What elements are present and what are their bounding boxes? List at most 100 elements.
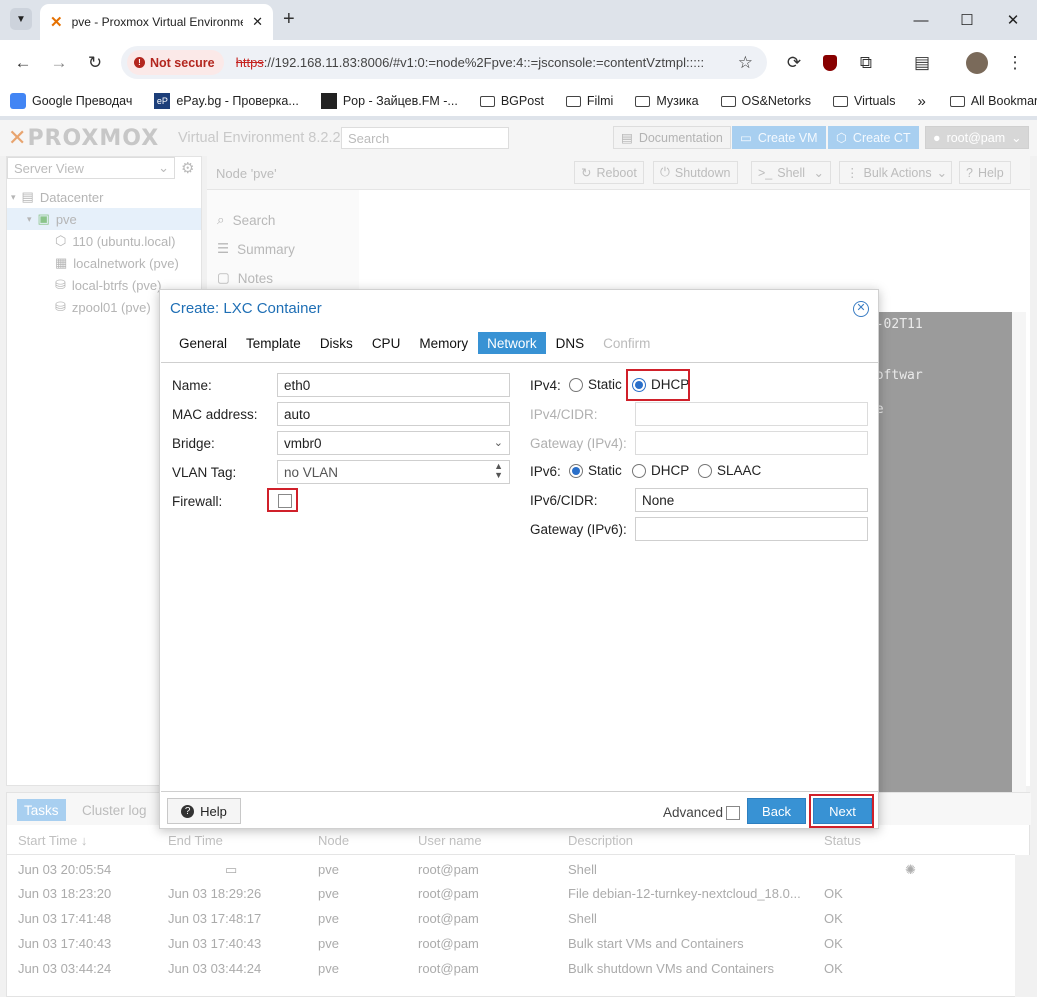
tree-item-label: local-btrfs (pve) <box>71 277 162 293</box>
bookmark-label: Google Преводач <box>32 94 133 108</box>
tree-item-localnetwork[interactable]: ▦ localnetwork (pve) <box>55 252 179 274</box>
vlan-tag-stepper[interactable]: no VLAN ▲ ▼ <box>277 460 510 484</box>
tree-node-pve[interactable]: ▾ ▣ pve <box>7 208 201 230</box>
bookmark-bgpost[interactable]: BGPost <box>479 94 544 108</box>
browser-tab[interactable]: ✕ pve - Proxmox Virtual Environment ✕ <box>40 4 273 40</box>
table-row[interactable]: Jun 03 17:41:48 Jun 03 17:48:17 pve root… <box>7 906 1015 931</box>
tree-datacenter[interactable]: ▾ ▤ Datacenter <box>11 186 103 208</box>
tab-tasks[interactable]: Tasks <box>17 799 66 821</box>
shutdown-button[interactable]: ⏻ Shutdown <box>653 161 738 184</box>
ipv4-static-radio[interactable]: Static <box>569 377 622 392</box>
maximize-icon[interactable]: ☐ <box>945 6 989 34</box>
tasks-table-header: Start Time ↓ End Time Node User name Des… <box>7 827 1015 855</box>
folder-icon <box>720 95 736 107</box>
radio-icon <box>698 463 712 478</box>
proxmox-favicon-icon: ✕ <box>50 14 63 31</box>
table-row[interactable]: Jun 03 17:40:43 Jun 03 17:40:43 pve root… <box>7 931 1015 956</box>
close-icon[interactable]: ✕ <box>853 301 869 317</box>
tab-template[interactable]: Template <box>237 332 310 354</box>
create-vm-button[interactable]: ▭ Create VM <box>732 126 826 149</box>
col-node[interactable]: Node <box>318 833 349 848</box>
tab-cpu[interactable]: CPU <box>363 332 410 354</box>
gateway-ipv6-input[interactable] <box>635 517 868 541</box>
cell-desc: Bulk shutdown VMs and Containers <box>568 961 774 976</box>
tab-search-button[interactable]: ▼ <box>10 8 32 30</box>
tab-cluster-log[interactable]: Cluster log <box>75 799 154 821</box>
tree-item-zpool01[interactable]: ⛁ zpool01 (pve) <box>55 296 151 318</box>
table-row[interactable]: Jun 03 03:44:24 Jun 03 03:44:24 pve root… <box>7 956 1015 981</box>
col-description[interactable]: Description <box>568 833 633 848</box>
ipv6-dhcp-radio[interactable]: DHCP <box>632 463 689 478</box>
extensions-puzzle-icon[interactable]: ⧉ <box>853 50 879 76</box>
bookmark-label: OS&Netorks <box>741 94 811 108</box>
bookmark-muzika[interactable]: Музика <box>635 94 699 108</box>
bridge-select[interactable]: vmbr0 ⌄ <box>277 431 510 455</box>
create-vm-label: Create VM <box>757 130 818 145</box>
bookmark-label: ePay.bg - Проверка... <box>176 94 299 108</box>
pve-search-input[interactable]: Search <box>341 127 509 149</box>
mac-address-input[interactable]: auto <box>277 402 510 426</box>
menu-item-search[interactable]: ⌕ Search <box>217 212 275 228</box>
close-tab-icon[interactable]: ✕ <box>252 14 263 30</box>
server-view-select[interactable]: Server View ⌄ <box>7 157 175 179</box>
documentation-button[interactable]: ▤ Documentation <box>613 126 731 149</box>
name-input[interactable]: eth0 <box>277 373 510 397</box>
forward-arrow-icon[interactable]: → <box>46 50 72 76</box>
url-text[interactable]: https://192.168.11.83:8006/#v1:0:=node%2… <box>236 55 716 70</box>
bookmark-star-icon[interactable]: ☆ <box>738 53 753 73</box>
back-arrow-icon[interactable]: ← <box>10 50 36 76</box>
gear-icon[interactable]: ⚙ <box>181 159 194 177</box>
spinner-arrows-icon[interactable]: ▲ ▼ <box>494 462 503 480</box>
not-secure-badge[interactable]: ! Not secure <box>127 50 224 75</box>
advanced-checkbox[interactable] <box>726 806 740 820</box>
col-status[interactable]: Status <box>824 833 861 848</box>
ipv6-slaac-radio[interactable]: SLAAC <box>698 463 761 478</box>
col-user-name[interactable]: User name <box>418 833 482 848</box>
user-menu-button[interactable]: ● root@pam ⌄ <box>925 126 1029 149</box>
ipv6-static-radio[interactable]: Static <box>569 463 622 478</box>
tab-dns[interactable]: DNS <box>547 332 594 354</box>
sidebar-icon[interactable]: ▤ <box>909 50 935 76</box>
tree-item-ct110[interactable]: ⬡ 110 (ubuntu.local) <box>55 230 175 252</box>
more-bookmarks-button[interactable]: » <box>917 93 925 110</box>
bookmark-google-translate[interactable]: Google Преводач <box>10 93 132 109</box>
ipv6-cidr-input[interactable]: None <box>635 488 868 512</box>
tab-network[interactable]: Network <box>478 332 546 354</box>
close-window-icon[interactable]: ✕ <box>991 6 1035 34</box>
table-row[interactable]: Jun 03 18:23:20 Jun 03 18:29:26 pve root… <box>7 881 1015 906</box>
radio-label: Static <box>588 463 622 478</box>
cell-user: root@pam <box>418 936 479 951</box>
bookmark-pop[interactable]: Pop - Зайцев.FM -... <box>320 93 458 109</box>
back-button[interactable]: Back <box>747 798 806 824</box>
create-ct-button[interactable]: ⬡ Create CT <box>828 126 919 149</box>
menu-item-notes[interactable]: ▢ Notes <box>217 270 273 286</box>
extension-sync-icon[interactable]: ⟳ <box>781 50 807 76</box>
tasks-scrollbar[interactable] <box>1015 855 1030 997</box>
browser-menu-icon[interactable]: ⋮ <box>1002 50 1028 76</box>
bookmark-osnetorks[interactable]: OS&Netorks <box>720 94 811 108</box>
reboot-button[interactable]: ↻ Reboot <box>574 161 644 184</box>
bookmark-epay[interactable]: eP ePay.bg - Проверка... <box>154 93 299 109</box>
col-end-time[interactable]: End Time <box>168 833 223 848</box>
radio-label: SLAAC <box>717 463 762 478</box>
minimize-icon[interactable]: — <box>899 6 943 34</box>
new-tab-button[interactable]: + <box>283 8 295 31</box>
address-bar[interactable]: ! Not secure https://192.168.11.83:8006/… <box>121 46 767 79</box>
ublock-icon[interactable] <box>817 50 843 76</box>
bulk-actions-button[interactable]: ⋮ Bulk Actions ⌄ <box>839 161 952 184</box>
help-button[interactable]: ? Help <box>167 798 241 824</box>
menu-item-summary[interactable]: ☰ Summary <box>217 241 295 257</box>
all-bookmarks-button[interactable]: All Bookmarks <box>949 94 1037 108</box>
profile-avatar[interactable] <box>964 50 990 76</box>
tree-item-local-btrfs[interactable]: ⛁ local-btrfs (pve) <box>55 274 161 296</box>
bookmark-filmi[interactable]: Filmi <box>565 94 613 108</box>
shell-button[interactable]: >_ Shell ⌄ <box>751 161 831 184</box>
tab-memory[interactable]: Memory <box>410 332 477 354</box>
tab-disks[interactable]: Disks <box>311 332 362 354</box>
table-row[interactable]: Jun 03 20:05:54 ▭ pve root@pam Shell ✺ <box>7 857 1015 882</box>
help-button[interactable]: ? Help <box>959 161 1011 184</box>
col-start-time[interactable]: Start Time ↓ <box>18 833 87 848</box>
tab-general[interactable]: General <box>170 332 236 354</box>
bookmark-virtuals[interactable]: Virtuals <box>833 94 895 108</box>
reload-icon[interactable]: ↻ <box>82 50 108 76</box>
